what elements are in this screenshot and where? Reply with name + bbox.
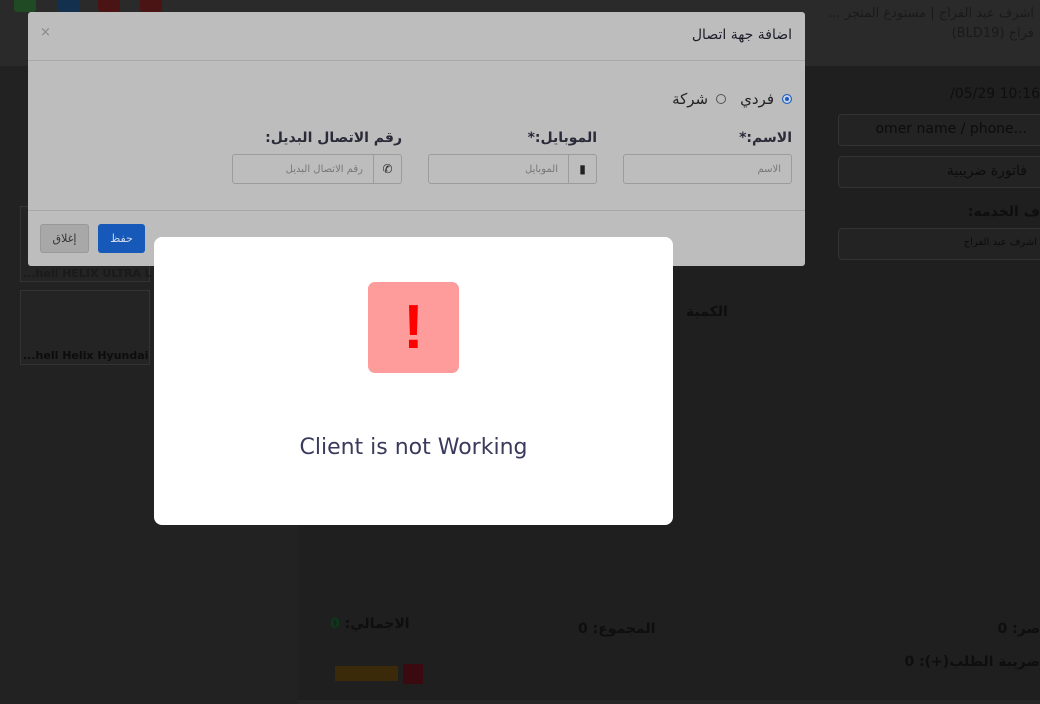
datetime: 10:16 05/29/: [950, 86, 1040, 102]
app-icon[interactable]: [98, 0, 120, 12]
discount: صر: 0: [998, 621, 1040, 637]
close-icon[interactable]: ×: [40, 25, 51, 40]
modal-footer-divider: [28, 210, 805, 211]
sum-value: 0: [578, 621, 588, 637]
name-input[interactable]: الاسم: [623, 154, 792, 184]
error-icon: !: [368, 282, 459, 373]
radio-individual-label: فردي: [740, 90, 774, 108]
customer-select[interactable]: ...omer name / phone: [838, 114, 1040, 146]
app-icon[interactable]: [140, 0, 162, 12]
radio-individual[interactable]: [782, 94, 792, 104]
mobile-placeholder: الموبايل: [525, 163, 558, 175]
alt-phone-input[interactable]: ✆ رقم الاتصال البديل: [232, 154, 402, 184]
save-button[interactable]: حفظ: [98, 224, 145, 253]
sum: المجموع: 0: [578, 621, 655, 637]
discount-label: صر:: [1012, 621, 1040, 637]
user-line: اشرف عبد الفراج | مستودع المتجر ...: [828, 6, 1034, 21]
mobile-icon: ▮: [568, 155, 596, 183]
service-select[interactable]: اشرف عبد الفراج: [838, 228, 1040, 260]
alert-dialog: ! Client is not Working: [154, 237, 673, 525]
alert-message: Client is not Working: [299, 435, 528, 460]
total: الاجمالي: 0: [330, 616, 410, 632]
mobile-label: الموبايل:*: [527, 130, 597, 146]
app-icon[interactable]: [58, 0, 80, 12]
discount-value: 0: [997, 621, 1008, 637]
app-icon[interactable]: [14, 0, 36, 12]
phone-icon: ✆: [373, 155, 401, 183]
modal-header: اضافة جهة اتصال ×: [28, 12, 805, 61]
modal-title: اضافة جهة اتصال: [691, 27, 792, 43]
tax: ضريبة الطلب(+): 0: [904, 654, 1040, 670]
service-label: ف الخدمه:: [967, 204, 1040, 220]
product-card[interactable]: ...hell Helix Hyundai: [20, 290, 150, 365]
add-contact-modal: اضافة جهة اتصال × فردي شركة الاسم:* المو…: [28, 12, 805, 266]
mobile-input[interactable]: ▮ الموبايل: [428, 154, 597, 184]
radio-company-label: شركة: [672, 90, 709, 108]
alt-phone-placeholder: رقم الاتصال البديل: [285, 163, 363, 175]
quantity-header: الكمية: [686, 304, 728, 320]
radio-company[interactable]: [716, 94, 727, 104]
invoice-type-select[interactable]: فاتورة ضريبية: [838, 156, 1040, 188]
alt-phone-label: رقم الاتصال البديل:: [265, 130, 402, 146]
name-label: الاسم:*: [739, 130, 792, 146]
contact-type: فردي شركة: [672, 90, 792, 108]
total-label: الاجمالي:: [344, 616, 410, 632]
product-name: ...hell Helix Hyundai: [23, 349, 149, 362]
tax-value: 0: [904, 654, 915, 670]
product-name: ...hell HELIX ULTRA L: [23, 267, 152, 280]
cancel-sale-button[interactable]: [403, 664, 423, 684]
name-placeholder: الاسم: [757, 163, 781, 175]
tax-label: ضريبة الطلب(+):: [919, 654, 1040, 670]
sum-label: المجموع:: [592, 621, 656, 637]
draft-button[interactable]: [335, 666, 398, 681]
total-value: 0: [330, 616, 340, 632]
branch-line: فراج (BLD19): [951, 26, 1034, 41]
user-info: اشرف عبد الفراج | مستودع المتجر ... فراج…: [828, 4, 1034, 44]
close-button[interactable]: إغلاق: [40, 224, 89, 253]
